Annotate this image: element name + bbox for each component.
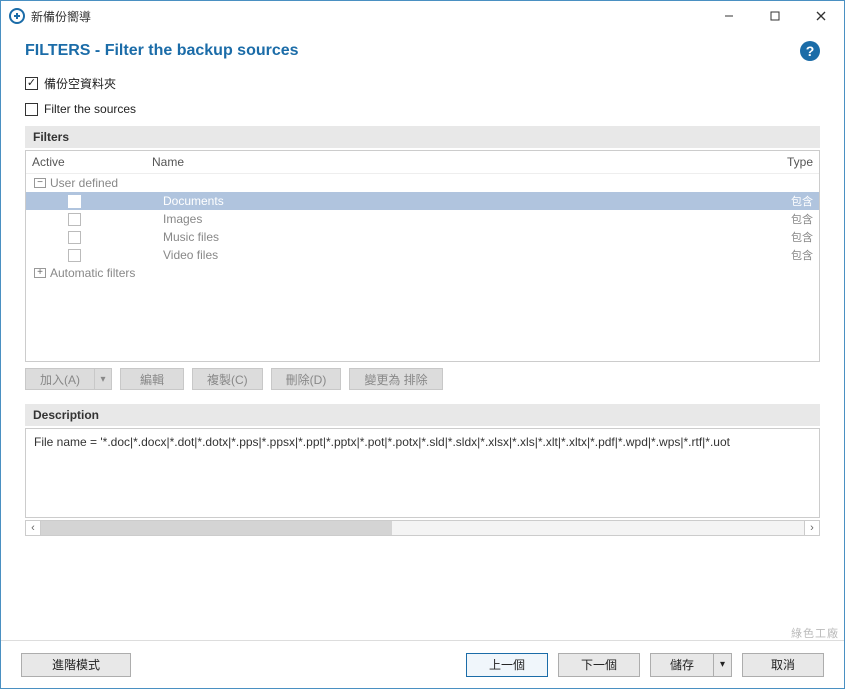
checkbox-icon[interactable]	[68, 195, 81, 208]
change-to-exclude-button[interactable]: 變更為 排除	[349, 368, 442, 390]
tree-node-automatic-filters[interactable]: + Automatic filters	[26, 264, 819, 282]
filter-sources-checkbox[interactable]: Filter the sources	[25, 102, 820, 116]
add-dropdown-icon[interactable]: ▾	[94, 368, 112, 390]
filter-name: Music files	[89, 230, 773, 244]
copy-button[interactable]: 複製(C)	[192, 368, 263, 390]
tree-node-user-defined[interactable]: − User defined	[26, 174, 819, 192]
page-title: FILTERS - Filter the backup sources	[25, 42, 800, 60]
column-name[interactable]: Name	[152, 155, 773, 169]
scroll-left-icon[interactable]: ‹	[25, 520, 41, 536]
save-dropdown-icon[interactable]: ▾	[713, 654, 731, 676]
filters-group-header: Filters	[25, 126, 820, 148]
cancel-button[interactable]: 取消	[742, 653, 824, 677]
checkbox-icon	[25, 77, 38, 90]
filter-item-documents[interactable]: Documents 包含	[26, 192, 819, 210]
close-button[interactable]	[798, 1, 844, 31]
filter-type: 包含	[773, 229, 813, 245]
filter-type: 包含	[773, 193, 813, 209]
watermark: 綠色工廠	[791, 625, 839, 641]
scroll-track[interactable]	[41, 520, 804, 536]
next-button[interactable]: 下一個	[558, 653, 640, 677]
checkbox-icon	[25, 103, 38, 116]
description-group-header: Description	[25, 404, 820, 426]
help-icon[interactable]: ?	[800, 41, 820, 61]
column-type[interactable]: Type	[773, 155, 813, 169]
checkbox-label: 備份空資料夾	[44, 75, 116, 92]
delete-button[interactable]: 刪除(D)	[271, 368, 342, 390]
scroll-thumb[interactable]	[41, 521, 392, 535]
column-active[interactable]: Active	[32, 155, 152, 169]
save-label: 儲存	[651, 654, 713, 676]
checkbox-icon[interactable]	[68, 249, 81, 262]
filter-type: 包含	[773, 247, 813, 263]
app-icon	[9, 8, 25, 24]
previous-button[interactable]: 上一個	[466, 653, 548, 677]
titlebar: 新備份嚮導	[1, 1, 844, 31]
filter-name: Documents	[89, 194, 773, 208]
advanced-mode-button[interactable]: 進階模式	[21, 653, 131, 677]
filters-list: Active Name Type − User defined Document…	[25, 150, 820, 362]
filter-item-video[interactable]: Video files 包含	[26, 246, 819, 264]
checkbox-label: Filter the sources	[44, 102, 136, 116]
scroll-right-icon[interactable]: ›	[804, 520, 820, 536]
tree-label: User defined	[50, 176, 813, 190]
filter-item-images[interactable]: Images 包含	[26, 210, 819, 228]
description-text: File name = '*.doc|*.docx|*.dot|*.dotx|*…	[25, 428, 820, 518]
checkbox-icon[interactable]	[68, 213, 81, 226]
description-content: File name = '*.doc|*.docx|*.dot|*.dotx|*…	[34, 435, 730, 449]
description-scrollbar[interactable]: ‹ ›	[25, 520, 820, 536]
filter-type: 包含	[773, 211, 813, 227]
filter-item-music[interactable]: Music files 包含	[26, 228, 819, 246]
save-button[interactable]: 儲存 ▾	[650, 653, 732, 677]
window-title: 新備份嚮導	[31, 8, 706, 25]
minimize-button[interactable]	[706, 1, 752, 31]
expand-icon[interactable]: +	[34, 268, 46, 278]
backup-empty-folders-checkbox[interactable]: 備份空資料夾	[25, 75, 820, 92]
filter-name: Images	[89, 212, 773, 226]
collapse-icon[interactable]: −	[34, 178, 46, 188]
filter-name: Video files	[89, 248, 773, 262]
add-button[interactable]: 加入(A)	[25, 368, 94, 390]
edit-button[interactable]: 編輯	[120, 368, 184, 390]
maximize-button[interactable]	[752, 1, 798, 31]
tree-label: Automatic filters	[50, 266, 813, 280]
checkbox-icon[interactable]	[68, 231, 81, 244]
